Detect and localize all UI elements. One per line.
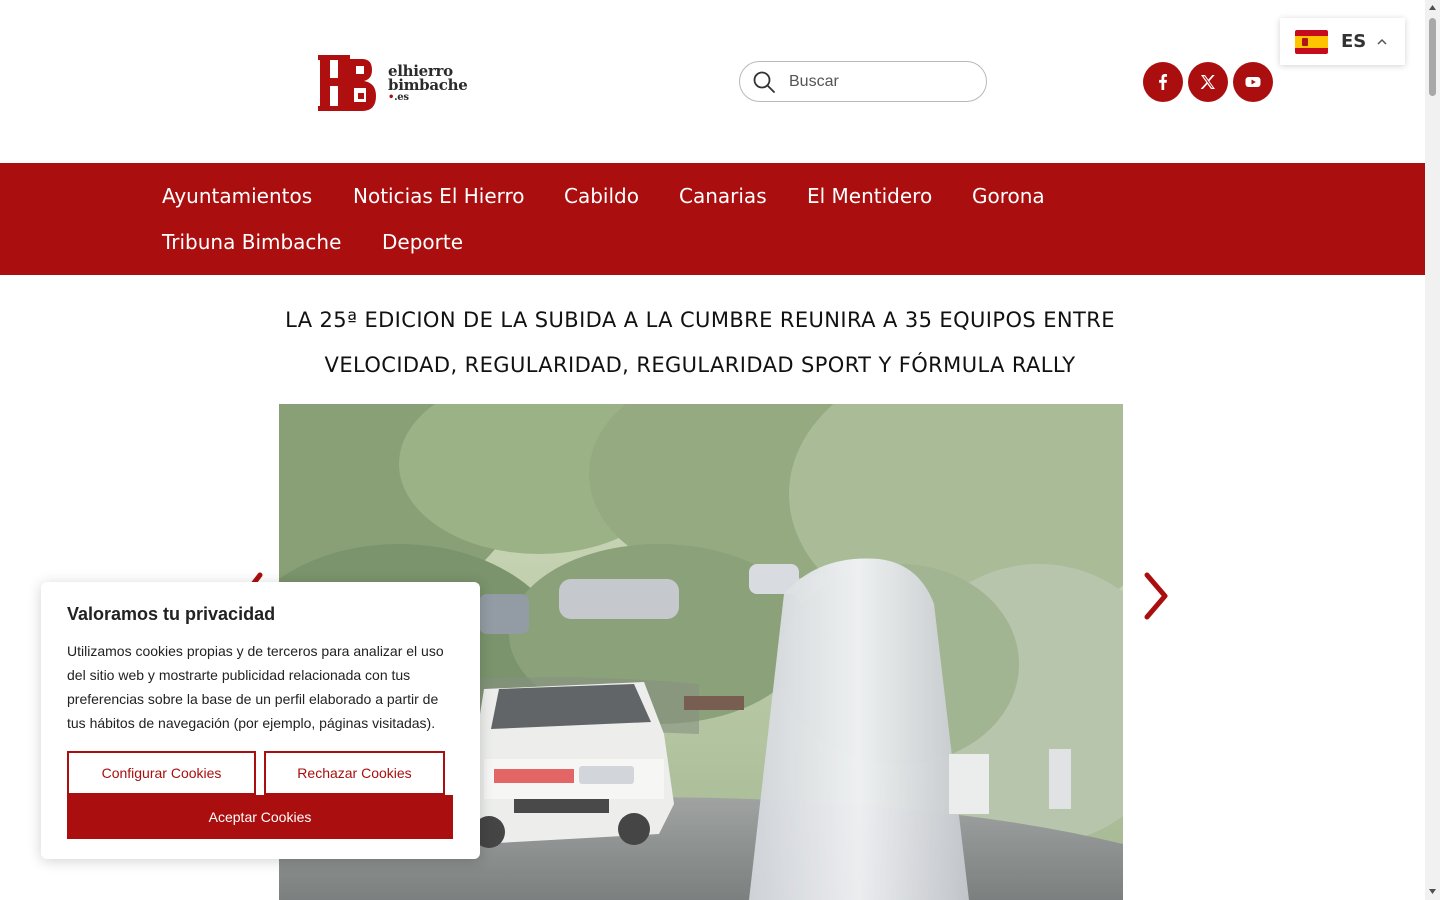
cookie-consent-dialog: Valoramos tu privacidad Utilizamos cooki…: [41, 582, 480, 859]
nav-item-gorona[interactable]: Gorona: [972, 184, 1045, 208]
article-headline[interactable]: LA 25ª EDICION DE LA SUBIDA A LA CUMBRE …: [240, 298, 1160, 388]
nav-item-deporte[interactable]: Deporte: [382, 230, 463, 254]
scroll-down-icon[interactable]: [1428, 887, 1437, 896]
youtube-icon: [1245, 77, 1261, 87]
headline-line-1: LA 25ª EDICION DE LA SUBIDA A LA CUMBRE …: [285, 308, 1115, 332]
accept-cookies-button[interactable]: Aceptar Cookies: [67, 795, 453, 839]
site-logo[interactable]: elhierro bimbache •.es: [318, 48, 488, 118]
logo-line3: .es: [394, 91, 409, 103]
facebook-button[interactable]: [1143, 62, 1183, 102]
nav-item-el-mentidero[interactable]: El Mentidero: [807, 184, 932, 208]
nav-item-cabildo[interactable]: Cabildo: [564, 184, 639, 208]
spain-flag-icon: [1295, 29, 1328, 54]
language-code: ES: [1341, 31, 1367, 52]
search-input[interactable]: [789, 72, 969, 91]
language-switcher[interactable]: ES: [1280, 18, 1405, 65]
logo-wordmark: elhierro bimbache •.es: [388, 61, 468, 103]
page: elhierro bimbache •.es Buscar ES Ayuntam…: [0, 0, 1440, 900]
youtube-button[interactable]: [1233, 62, 1273, 102]
nav-item-noticias-el-hierro[interactable]: Noticias El Hierro: [353, 184, 525, 208]
facebook-icon: [1159, 74, 1167, 90]
site-header: elhierro bimbache •.es: [0, 0, 1425, 163]
page-scrollbar[interactable]: [1425, 0, 1440, 900]
nav-item-ayuntamientos[interactable]: Ayuntamientos: [162, 184, 312, 208]
slider-next-arrow-icon[interactable]: [1141, 571, 1171, 621]
configure-cookies-button[interactable]: Configurar Cookies: [67, 751, 256, 795]
x-twitter-button[interactable]: [1188, 62, 1228, 102]
headline-line-2: VELOCIDAD, REGULARIDAD, REGULARIDAD SPOR…: [324, 353, 1076, 377]
scrollbar-thumb[interactable]: [1429, 18, 1436, 96]
scroll-up-icon[interactable]: [1428, 3, 1437, 12]
search-icon[interactable]: [752, 70, 776, 94]
logo-line2: bimbache: [388, 75, 468, 94]
logo-mark-icon: [318, 51, 380, 115]
cookie-description: Utilizamos cookies propias y de terceros…: [67, 643, 444, 731]
main-navigation: Ayuntamientos Noticias El Hierro Cabildo…: [0, 163, 1425, 275]
x-icon: [1200, 75, 1215, 89]
cookie-title: Valoramos tu privacidad: [67, 604, 276, 624]
nav-item-tribuna-bimbache[interactable]: Tribuna Bimbache: [162, 230, 341, 254]
search-box: [739, 61, 987, 102]
reject-cookies-button[interactable]: Rechazar Cookies: [264, 751, 445, 795]
nav-item-canarias[interactable]: Canarias: [679, 184, 767, 208]
chevron-up-icon: [1377, 38, 1387, 45]
